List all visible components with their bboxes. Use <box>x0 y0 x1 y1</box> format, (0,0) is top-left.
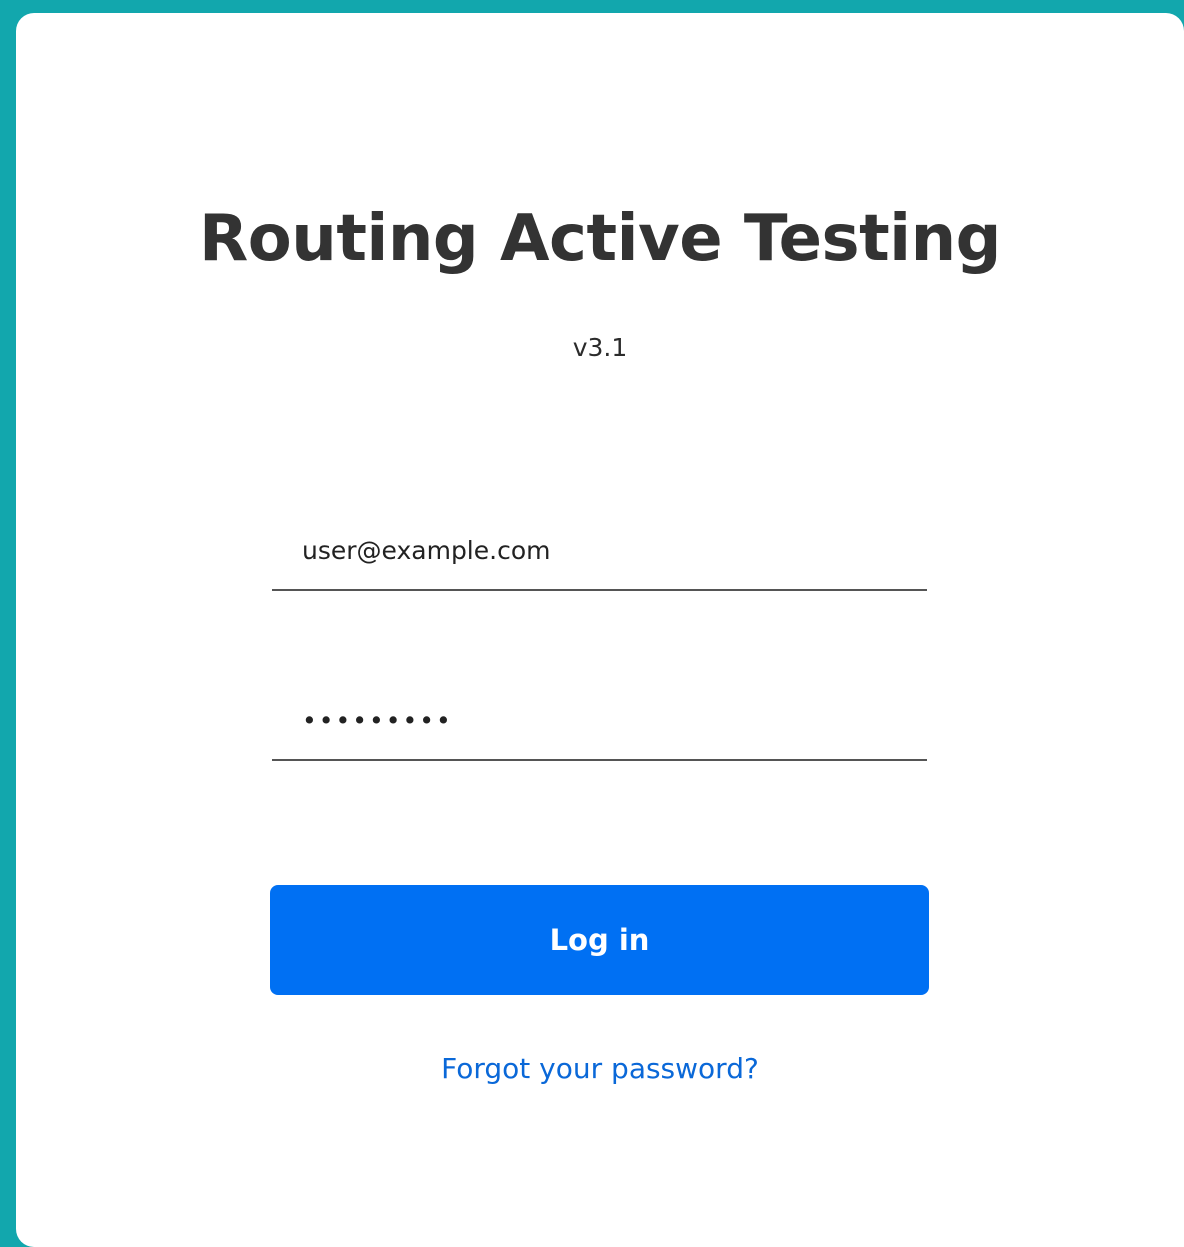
email-field[interactable] <box>272 511 927 591</box>
login-button[interactable]: Log in <box>270 885 929 995</box>
page-title: Routing Active Testing <box>199 202 1001 276</box>
version-label: v3.1 <box>572 333 628 362</box>
login-card: Routing Active Testing v3.1 Log in Forgo… <box>16 13 1184 1247</box>
forgot-password-link[interactable]: Forgot your password? <box>16 1049 1184 1089</box>
password-field[interactable] <box>272 681 927 761</box>
